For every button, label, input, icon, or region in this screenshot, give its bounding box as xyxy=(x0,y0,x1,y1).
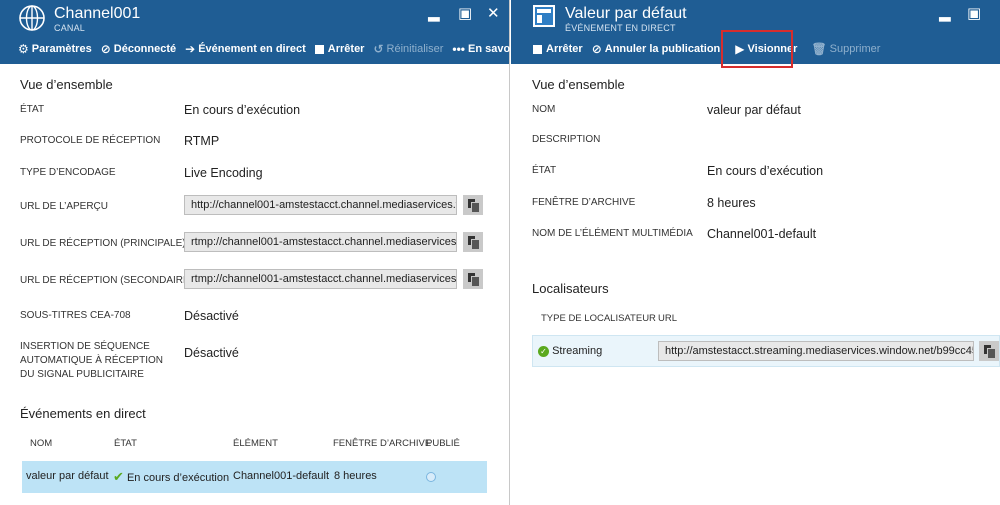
blade-subtitle: ÉVÉNEMENT EN DIRECT xyxy=(565,23,676,33)
event-state-text: En cours d’exécution xyxy=(126,472,230,484)
description-label: DESCRIPTION xyxy=(532,134,601,145)
asset-name-value: Channel001-default xyxy=(707,227,817,241)
live-event-button[interactable]: ➔ Événement en direct xyxy=(185,43,306,55)
live-event-blade: Valeur par défaut ÉVÉNEMENT EN DIRECT ▂ … xyxy=(511,0,1000,505)
ingest-primary-field[interactable]: rtmp://channel001-amstestacct.channel.me… xyxy=(184,232,457,252)
minimize-icon[interactable]: ▂ xyxy=(939,4,951,22)
globe-icon xyxy=(19,5,45,31)
preview-url-field[interactable]: http://channel001-amstestacct.channel.me… xyxy=(184,195,457,215)
copy-ingest-secondary-icon[interactable] xyxy=(463,269,483,289)
cancel-icon: ⊘ xyxy=(591,42,602,56)
encoding-type-label: TYPE D’ENCODAGE xyxy=(20,167,116,178)
channel-toolbar: ⚙ Paramètres ⊘ Déconnecté ➔ Événement en… xyxy=(18,40,535,58)
state-value: En cours d’exécution xyxy=(707,164,824,178)
overview-title: Vue d’ensemble xyxy=(20,77,113,92)
minimize-icon[interactable]: ▂ xyxy=(428,4,440,22)
blade-title: Channel001 xyxy=(54,5,141,22)
name-value: valeur par défaut xyxy=(707,103,801,117)
captions-value: Désactivé xyxy=(184,309,239,323)
copy-ingest-primary-icon[interactable] xyxy=(463,232,483,252)
unpublish-label: Annuler la publication xyxy=(604,43,721,55)
slate-insertion-value: Désactivé xyxy=(184,346,239,360)
col-url-header[interactable]: URL xyxy=(658,313,677,324)
published-globe-icon xyxy=(426,472,436,482)
stop-icon xyxy=(533,44,542,54)
reset-icon: ↺ xyxy=(373,42,384,56)
status-ok-icon: ✓ xyxy=(538,345,549,357)
col-published-header[interactable]: PUBLIÉ xyxy=(426,438,460,449)
locators-title: Localisateurs xyxy=(532,281,609,296)
preview-url-label: URL DE L’APERÇU xyxy=(20,201,108,212)
state-label: ÉTAT xyxy=(20,104,45,115)
event-asset-cell: Channel001-default xyxy=(233,470,330,482)
close-icon[interactable]: ✕ xyxy=(487,4,500,22)
state-label: ÉTAT xyxy=(532,165,557,176)
col-asset-header[interactable]: ÉLÉMENT xyxy=(233,438,278,449)
slate-insertion-label-line2: AUTOMATIQUE À RÉCEPTION xyxy=(20,355,163,366)
event-name-cell: valeur par défaut xyxy=(26,470,109,482)
archive-window-label: FENÊTRE D’ARCHIVE xyxy=(532,197,636,208)
slate-insertion-label-line3: DU SIGNAL PUBLICITAIRE xyxy=(20,369,144,380)
arrow-right-icon: ➔ xyxy=(185,42,196,56)
live-event-label: Événement en direct xyxy=(198,43,306,55)
channel-blade-header: Channel001 CANAL ▂ ▣ ✕ ⚙ Paramètres ⊘ Dé… xyxy=(0,0,526,64)
locator-type-cell: ✓ Streaming xyxy=(538,345,602,357)
copy-locator-url-icon[interactable] xyxy=(979,341,999,361)
ingest-protocol-label: PROTOCOLE DE RÉCEPTION xyxy=(20,135,161,146)
ellipsis-icon: ••• xyxy=(452,42,465,56)
maximize-icon[interactable]: ▣ xyxy=(967,4,981,22)
reset-button[interactable]: ↺ Réinitialiser xyxy=(373,43,443,55)
col-locator-type-header[interactable]: TYPE DE LOCALISATEUR xyxy=(541,313,656,324)
ingest-secondary-field[interactable]: rtmp://channel001-amstestacct.channel.me… xyxy=(184,269,457,289)
stop-button[interactable]: Arrêter xyxy=(314,43,365,55)
col-archive-header[interactable]: FENÊTRE D’ARCHIVE xyxy=(333,438,431,449)
settings-label: Paramètres xyxy=(31,43,92,55)
asset-name-label: NOM DE L’ÉLÉMENT MULTIMÉDIA xyxy=(532,228,693,239)
ingest-secondary-label: URL DE RÉCEPTION (SECONDAIRE) xyxy=(20,275,193,286)
disconnect-button[interactable]: ⊘ Déconnecté xyxy=(101,43,176,55)
ingest-protocol-value: RTMP xyxy=(184,134,220,148)
trash-icon: 🗑 xyxy=(811,42,827,56)
gear-icon: ⚙ xyxy=(18,42,29,56)
blade-layout-icon xyxy=(533,5,555,27)
delete-label: Supprimer xyxy=(829,43,881,55)
encoding-type-value: Live Encoding xyxy=(184,166,263,180)
event-state-cell: ✔ En cours d’exécution xyxy=(113,469,229,485)
checkmark-icon: ✔ xyxy=(113,469,124,484)
state-value: En cours d’exécution xyxy=(184,103,301,117)
channel-blade: Channel001 CANAL ▂ ▣ ✕ ⚙ Paramètres ⊘ Dé… xyxy=(0,0,526,505)
blade-title: Valeur par défaut xyxy=(565,5,687,22)
archive-window-value: 8 heures xyxy=(707,196,756,210)
locator-type-text: Streaming xyxy=(552,345,603,357)
stop-button[interactable]: Arrêter xyxy=(533,43,583,55)
ingest-primary-label: URL DE RÉCEPTION (PRINCIPALE) xyxy=(20,238,186,249)
overview-title: Vue d’ensemble xyxy=(532,77,625,92)
unpublish-button[interactable]: ⊘ Annuler la publication xyxy=(592,43,721,55)
live-event-toolbar: Arrêter ⊘ Annuler la publication ▶ Visio… xyxy=(533,40,889,58)
locator-url-field[interactable]: http://amstestacct.streaming.mediaservic… xyxy=(658,341,974,361)
maximize-icon[interactable]: ▣ xyxy=(458,4,472,22)
blade-subtitle: CANAL xyxy=(54,23,86,33)
disconnect-label: Déconnecté xyxy=(113,43,177,55)
watch-highlight-box xyxy=(721,30,793,68)
event-archive-cell: 8 heures xyxy=(334,470,377,482)
captions-label: SOUS-TITRES CEA-708 xyxy=(20,310,131,321)
delete-button[interactable]: 🗑 Supprimer xyxy=(811,43,880,55)
col-name-header[interactable]: NOM xyxy=(30,438,52,449)
disconnect-icon: ⊘ xyxy=(100,42,111,56)
name-label: NOM xyxy=(532,104,556,115)
stop-label: Arrêter xyxy=(546,43,583,55)
copy-preview-url-icon[interactable] xyxy=(463,195,483,215)
stop-label: Arrêter xyxy=(327,43,365,55)
table-row[interactable]: ✓ Streaming http://amstestacct.streaming… xyxy=(532,335,1000,367)
slate-insertion-label-line1: INSERTION DE SÉQUENCE xyxy=(20,341,150,352)
reset-label: Réinitialiser xyxy=(386,43,444,55)
settings-button[interactable]: ⚙ Paramètres xyxy=(18,43,92,55)
col-state-header[interactable]: ÉTAT xyxy=(114,438,137,449)
stop-icon xyxy=(314,44,324,54)
table-row[interactable]: valeur par défaut ✔ En cours d’exécution… xyxy=(22,461,487,493)
live-events-title: Événements en direct xyxy=(20,406,146,421)
